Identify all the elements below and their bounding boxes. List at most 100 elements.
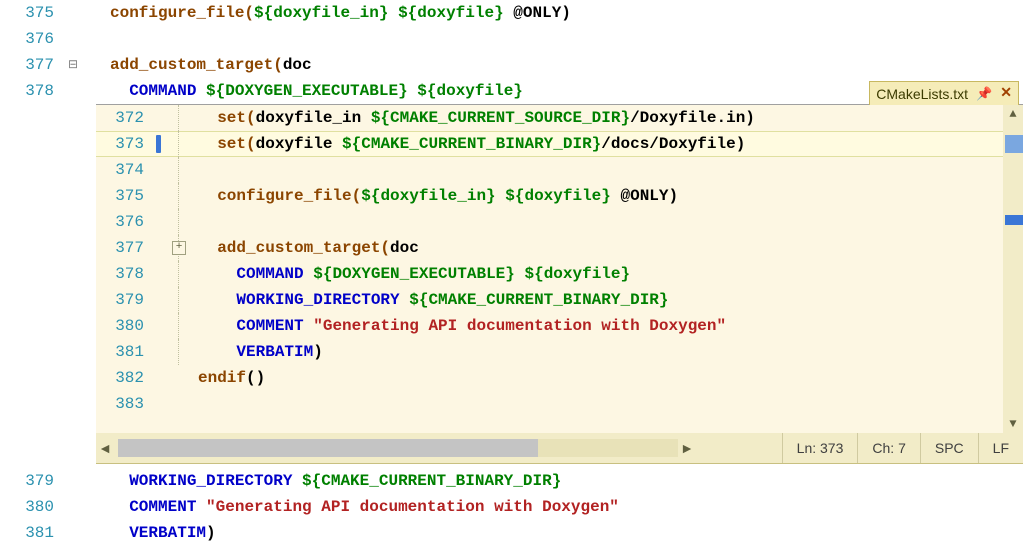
close-icon[interactable]: ✕ — [1000, 85, 1012, 102]
code-text[interactable]: configure_file(${doxyfile_in} ${doxyfile… — [190, 183, 678, 209]
peek-status-bar: ◄ ► Ln: 373 Ch: 7 SPC LF — [96, 433, 1023, 463]
code-text[interactable]: add_custom_target(doc — [106, 52, 312, 78]
code-text[interactable]: WORKING_DIRECTORY ${CMAKE_CURRENT_BINARY… — [190, 287, 669, 313]
line-number: 377 — [0, 52, 60, 78]
peek-vertical-scrollbar[interactable]: ▲ ▼ — [1003, 105, 1023, 433]
fold-collapse-icon[interactable]: ⊟ — [60, 52, 86, 78]
code-line[interactable]: 372 set(doxyfile_in ${CMAKE_CURRENT_SOUR… — [96, 105, 1003, 131]
line-number: 378 — [0, 78, 60, 104]
fold-gutter[interactable] — [168, 391, 190, 417]
code-line[interactable]: 381 VERBATIM) — [96, 339, 1003, 365]
status-column[interactable]: Ch: 7 — [857, 433, 919, 463]
caret-marker-icon — [152, 131, 168, 157]
marker-gutter — [152, 183, 168, 209]
fold-gutter[interactable] — [168, 261, 190, 287]
line-number: 380 — [0, 494, 60, 520]
line-number: 379 — [96, 287, 152, 313]
code-line[interactable]: 381 VERBATIM) — [0, 520, 1023, 546]
scroll-left-icon[interactable]: ◄ — [96, 440, 114, 456]
marker-gutter — [152, 235, 168, 261]
line-number: 378 — [96, 261, 152, 287]
scroll-down-icon[interactable]: ▼ — [1003, 415, 1023, 433]
background-editor-below[interactable]: 379 WORKING_DIRECTORY ${CMAKE_CURRENT_BI… — [0, 468, 1023, 546]
code-text[interactable]: configure_file(${doxyfile_in} ${doxyfile… — [106, 0, 571, 26]
code-text[interactable]: add_custom_target(doc — [190, 235, 419, 261]
code-text[interactable]: set(doxyfile ${CMAKE_CURRENT_BINARY_DIR}… — [190, 131, 745, 157]
editor-root: 375 configure_file(${doxyfile_in} ${doxy… — [0, 0, 1023, 558]
code-line[interactable]: 383 — [96, 391, 1003, 417]
code-line[interactable]: 375 configure_file(${doxyfile_in} ${doxy… — [0, 0, 1023, 26]
code-line[interactable]: 378 COMMAND ${DOXYGEN_EXECUTABLE} ${doxy… — [96, 261, 1003, 287]
code-text[interactable]: COMMAND ${DOXYGEN_EXECUTABLE} ${doxyfile… — [106, 78, 523, 104]
code-line[interactable]: 380 COMMENT "Generating API documentatio… — [96, 313, 1003, 339]
line-number: 374 — [96, 157, 152, 183]
pin-icon[interactable]: 📌 — [976, 86, 992, 102]
line-number: 376 — [0, 26, 60, 52]
code-line[interactable]: 376 — [0, 26, 1023, 52]
code-text[interactable]: COMMENT "Generating API documentation wi… — [106, 494, 619, 520]
scroll-caret-marker — [1005, 215, 1023, 225]
fold-gutter[interactable] — [168, 209, 190, 235]
code-line[interactable]: 379 WORKING_DIRECTORY ${CMAKE_CURRENT_BI… — [96, 287, 1003, 313]
line-number: 380 — [96, 313, 152, 339]
code-line[interactable]: 377 add_custom_target(doc — [96, 235, 1003, 261]
fold-gutter[interactable] — [168, 287, 190, 313]
status-indent-mode[interactable]: SPC — [920, 433, 978, 463]
fold-expand-icon[interactable] — [168, 235, 190, 261]
marker-gutter — [152, 287, 168, 313]
status-line[interactable]: Ln: 373 — [782, 433, 858, 463]
marker-gutter — [152, 365, 168, 391]
code-line[interactable]: 382 endif() — [96, 365, 1003, 391]
peek-file-title: CMakeLists.txt — [876, 86, 968, 102]
code-text[interactable] — [190, 209, 198, 235]
code-line[interactable]: 379 WORKING_DIRECTORY ${CMAKE_CURRENT_BI… — [0, 468, 1023, 494]
line-number: 372 — [96, 105, 152, 131]
code-line[interactable]: 380 COMMENT "Generating API documentatio… — [0, 494, 1023, 520]
line-number: 383 — [96, 391, 152, 417]
peek-horizontal-scrollbar[interactable] — [118, 439, 678, 457]
code-text[interactable]: VERBATIM) — [106, 520, 216, 546]
fold-gutter[interactable] — [168, 339, 190, 365]
line-number: 379 — [0, 468, 60, 494]
fold-gutter[interactable] — [168, 365, 190, 391]
fold-gutter[interactable] — [168, 157, 190, 183]
code-line[interactable]: 377 ⊟ add_custom_target(doc — [0, 52, 1023, 78]
marker-gutter — [152, 157, 168, 183]
marker-gutter — [152, 339, 168, 365]
fold-gutter[interactable] — [168, 313, 190, 339]
line-number: 375 — [96, 183, 152, 209]
scroll-thumb[interactable] — [118, 439, 538, 457]
scroll-highlight-marker — [1005, 135, 1023, 153]
code-text[interactable]: WORKING_DIRECTORY ${CMAKE_CURRENT_BINARY… — [106, 468, 561, 494]
code-text[interactable]: COMMENT "Generating API documentation wi… — [190, 313, 726, 339]
marker-gutter — [152, 261, 168, 287]
code-text[interactable]: set(doxyfile_in ${CMAKE_CURRENT_SOURCE_D… — [190, 105, 755, 131]
code-text[interactable] — [190, 391, 198, 417]
peek-definition-window: CMakeLists.txt 📌 ✕ 372 set(doxyfile_in $… — [96, 104, 1023, 464]
peek-code-area[interactable]: 372 set(doxyfile_in ${CMAKE_CURRENT_SOUR… — [96, 105, 1003, 433]
code-text[interactable] — [190, 157, 198, 183]
line-number: 381 — [96, 339, 152, 365]
status-eol-mode[interactable]: LF — [978, 433, 1023, 463]
code-text[interactable]: VERBATIM) — [190, 339, 323, 365]
peek-file-tab[interactable]: CMakeLists.txt 📌 ✕ — [869, 81, 1019, 105]
code-line[interactable]: 374 — [96, 157, 1003, 183]
code-line-current[interactable]: 373 set(doxyfile ${CMAKE_CURRENT_BINARY_… — [96, 131, 1003, 157]
line-number: 382 — [96, 365, 152, 391]
line-number: 375 — [0, 0, 60, 26]
fold-gutter[interactable] — [168, 131, 190, 157]
line-number: 381 — [0, 520, 60, 546]
fold-gutter[interactable] — [168, 183, 190, 209]
fold-gutter[interactable] — [168, 105, 190, 131]
code-line[interactable]: 376 — [96, 209, 1003, 235]
code-text[interactable]: endif() — [190, 365, 265, 391]
code-text[interactable]: COMMAND ${DOXYGEN_EXECUTABLE} ${doxyfile… — [190, 261, 630, 287]
scroll-up-icon[interactable]: ▲ — [1003, 105, 1023, 123]
code-line[interactable]: 375 configure_file(${doxyfile_in} ${doxy… — [96, 183, 1003, 209]
line-number: 377 — [96, 235, 152, 261]
marker-gutter — [152, 313, 168, 339]
line-number: 373 — [96, 131, 152, 157]
scroll-right-icon[interactable]: ► — [678, 440, 696, 456]
line-number: 376 — [96, 209, 152, 235]
marker-gutter — [152, 105, 168, 131]
